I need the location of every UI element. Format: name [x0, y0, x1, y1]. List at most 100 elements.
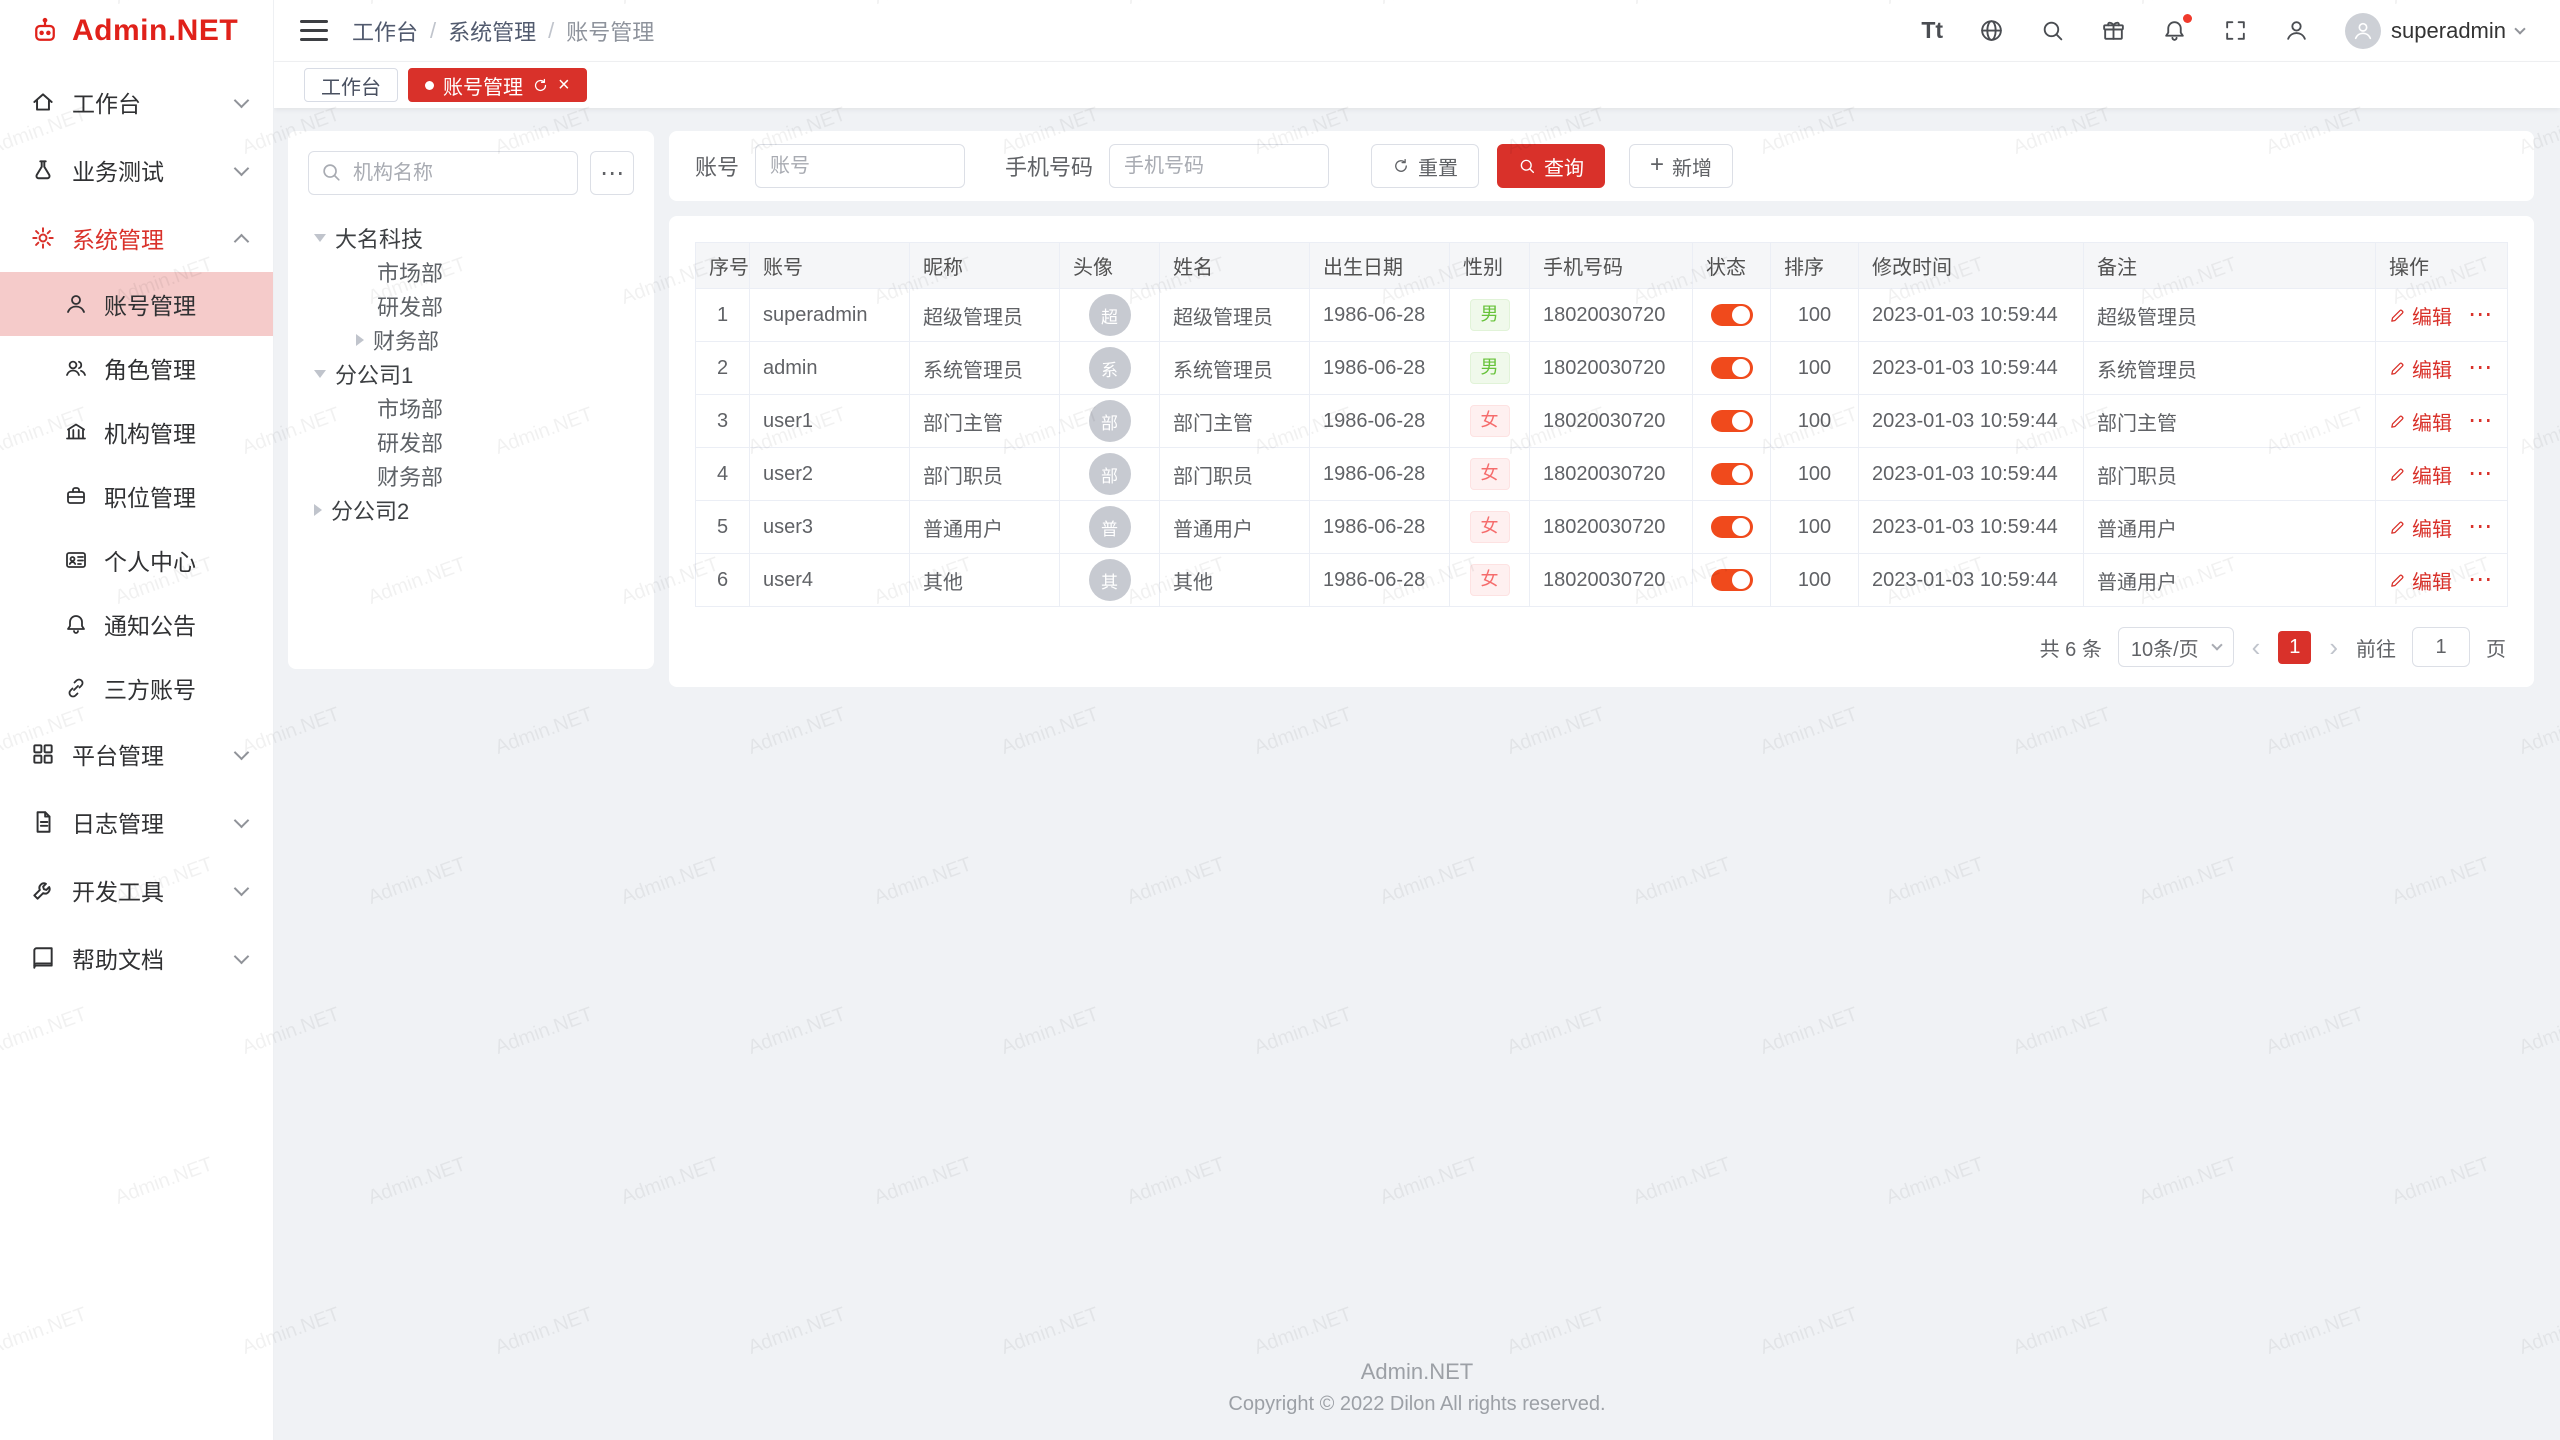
cell-sort: 100 — [1771, 448, 1859, 501]
theme-icon[interactable] — [2101, 18, 2126, 43]
cell-modified: 2023-01-03 10:59:44 — [1859, 501, 2084, 554]
more-actions-button[interactable]: ⋯ — [2468, 568, 2492, 592]
tab-account-management[interactable]: 账号管理 × — [408, 68, 587, 102]
sidebar-item-log[interactable]: 日志管理 — [0, 788, 273, 856]
cell-name: 超级管理员 — [1160, 289, 1310, 342]
tree-caret-icon[interactable] — [356, 334, 364, 346]
status-toggle[interactable] — [1711, 410, 1753, 432]
status-toggle[interactable] — [1711, 569, 1753, 591]
tab-workbench[interactable]: 工作台 — [304, 68, 398, 102]
phone-input[interactable] — [1109, 144, 1329, 188]
sidebar-item-notice[interactable]: 通知公告 — [0, 592, 273, 656]
tree-node[interactable]: 市场部 — [308, 255, 634, 289]
cell-actions: 编辑 ⋯ — [2376, 501, 2508, 554]
more-actions-button[interactable]: ⋯ — [2468, 409, 2492, 433]
search-icon[interactable] — [2040, 18, 2065, 43]
sidebar-item-org[interactable]: 机构管理 — [0, 400, 273, 464]
accounts-table-panel: 序号账号昵称头像姓名出生日期性别手机号码状态排序修改时间备注操作 1 super… — [669, 216, 2534, 687]
pencil-icon — [2389, 519, 2406, 536]
edit-button[interactable]: 编辑 — [2389, 566, 2452, 595]
sidebar-item-label: 通知公告 — [104, 607, 196, 641]
more-actions-button[interactable]: ⋯ — [2468, 356, 2492, 380]
settings-icon[interactable] — [2284, 18, 2309, 43]
edit-button[interactable]: 编辑 — [2389, 460, 2452, 489]
refresh-icon[interactable] — [532, 77, 549, 94]
prev-page-button[interactable]: ‹ — [2250, 632, 2263, 663]
reset-button[interactable]: 重置 — [1371, 144, 1479, 188]
sidebar-item-position[interactable]: 职位管理 — [0, 464, 273, 528]
menu-toggle-icon[interactable] — [300, 20, 328, 41]
tree-node[interactable]: 分公司1 — [308, 357, 634, 391]
tree-node[interactable]: 研发部 — [308, 425, 634, 459]
edit-button[interactable]: 编辑 — [2389, 301, 2452, 330]
topbar-actions: Tt — [1921, 13, 2524, 49]
breadcrumb-item[interactable]: 系统管理 — [448, 15, 536, 47]
cell-account: admin — [750, 342, 910, 395]
page-number-button[interactable]: 1 — [2278, 631, 2311, 664]
tree-more-button[interactable]: ⋯ — [590, 151, 634, 195]
cell-gender: 男 — [1450, 289, 1530, 342]
cell-avatar: 系 — [1060, 342, 1160, 395]
column-header: 出生日期 — [1310, 243, 1450, 289]
sidebar-item-workbench[interactable]: 工作台 — [0, 68, 273, 136]
gender-badge: 女 — [1470, 458, 1510, 489]
status-toggle[interactable] — [1711, 357, 1753, 379]
more-actions-button[interactable]: ⋯ — [2468, 462, 2492, 486]
sidebar-item-system[interactable]: 系统管理 — [0, 204, 273, 272]
sidebar-item-thirdparty[interactable]: 三方账号 — [0, 656, 273, 720]
cell-index: 2 — [696, 342, 750, 395]
search-button[interactable]: 查询 — [1497, 144, 1605, 188]
topbar: 工作台 / 系统管理 / 账号管理 Tt — [274, 0, 2560, 62]
breadcrumb-item[interactable]: 工作台 — [352, 15, 418, 47]
org-search-input[interactable] — [308, 151, 578, 195]
sidebar-item-help[interactable]: 帮助文档 — [0, 924, 273, 992]
tree-node[interactable]: 财务部 — [308, 459, 634, 493]
status-toggle[interactable] — [1711, 463, 1753, 485]
tree-caret-icon[interactable] — [314, 370, 326, 378]
sidebar-item-profile[interactable]: 个人中心 — [0, 528, 273, 592]
font-size-icon[interactable]: Tt — [1921, 17, 1943, 44]
status-toggle[interactable] — [1711, 516, 1753, 538]
fullscreen-icon[interactable] — [2223, 18, 2248, 43]
tree-node[interactable]: 财务部 — [308, 323, 634, 357]
org-tree-panel: ⋯ 大名科技 市场部 研发部 — [288, 131, 654, 669]
more-actions-button[interactable]: ⋯ — [2468, 515, 2492, 539]
close-icon[interactable]: × — [558, 75, 570, 95]
edit-label: 编辑 — [2412, 301, 2452, 330]
user-menu[interactable]: superadmin — [2345, 13, 2524, 49]
status-toggle[interactable] — [1711, 304, 1753, 326]
notification-icon[interactable] — [2162, 18, 2187, 43]
sidebar-item-role[interactable]: 角色管理 — [0, 336, 273, 400]
edit-button[interactable]: 编辑 — [2389, 407, 2452, 436]
right-column: 账号 手机号码 重置 查询 + 新增 — [669, 131, 2534, 687]
column-header: 头像 — [1060, 243, 1160, 289]
edit-button[interactable]: 编辑 — [2389, 513, 2452, 542]
file-icon — [30, 809, 56, 835]
avatar — [2345, 13, 2381, 49]
goto-suffix: 页 — [2486, 633, 2506, 662]
add-button[interactable]: + 新增 — [1629, 144, 1733, 188]
tree-node[interactable]: 市场部 — [308, 391, 634, 425]
next-page-button[interactable]: › — [2327, 632, 2340, 663]
logo[interactable]: Admin.NET — [0, 0, 273, 62]
language-icon[interactable] — [1979, 18, 2004, 43]
sidebar-item-devtools[interactable]: 开发工具 — [0, 856, 273, 924]
sidebar-item-platform[interactable]: 平台管理 — [0, 720, 273, 788]
sidebar-item-label: 业务测试 — [72, 153, 164, 187]
cell-actions: 编辑 ⋯ — [2376, 554, 2508, 607]
tree-caret-icon[interactable] — [314, 234, 326, 242]
tree-caret-icon[interactable] — [314, 504, 322, 516]
tree-node[interactable]: 分公司2 — [308, 493, 634, 527]
account-input[interactable] — [755, 144, 965, 188]
edit-button[interactable]: 编辑 — [2389, 354, 2452, 383]
sidebar-item-business-test[interactable]: 业务测试 — [0, 136, 273, 204]
tree-node[interactable]: 研发部 — [308, 289, 634, 323]
goto-page-input[interactable] — [2412, 627, 2470, 667]
pencil-icon — [2389, 360, 2406, 377]
page-size-select[interactable]: 10条/页 — [2118, 627, 2234, 667]
more-actions-button[interactable]: ⋯ — [2468, 303, 2492, 327]
sidebar-item-account[interactable]: 账号管理 — [0, 272, 273, 336]
sidebar-item-label: 三方账号 — [104, 671, 196, 705]
cell-status — [1693, 289, 1771, 342]
tree-node[interactable]: 大名科技 — [308, 221, 634, 255]
